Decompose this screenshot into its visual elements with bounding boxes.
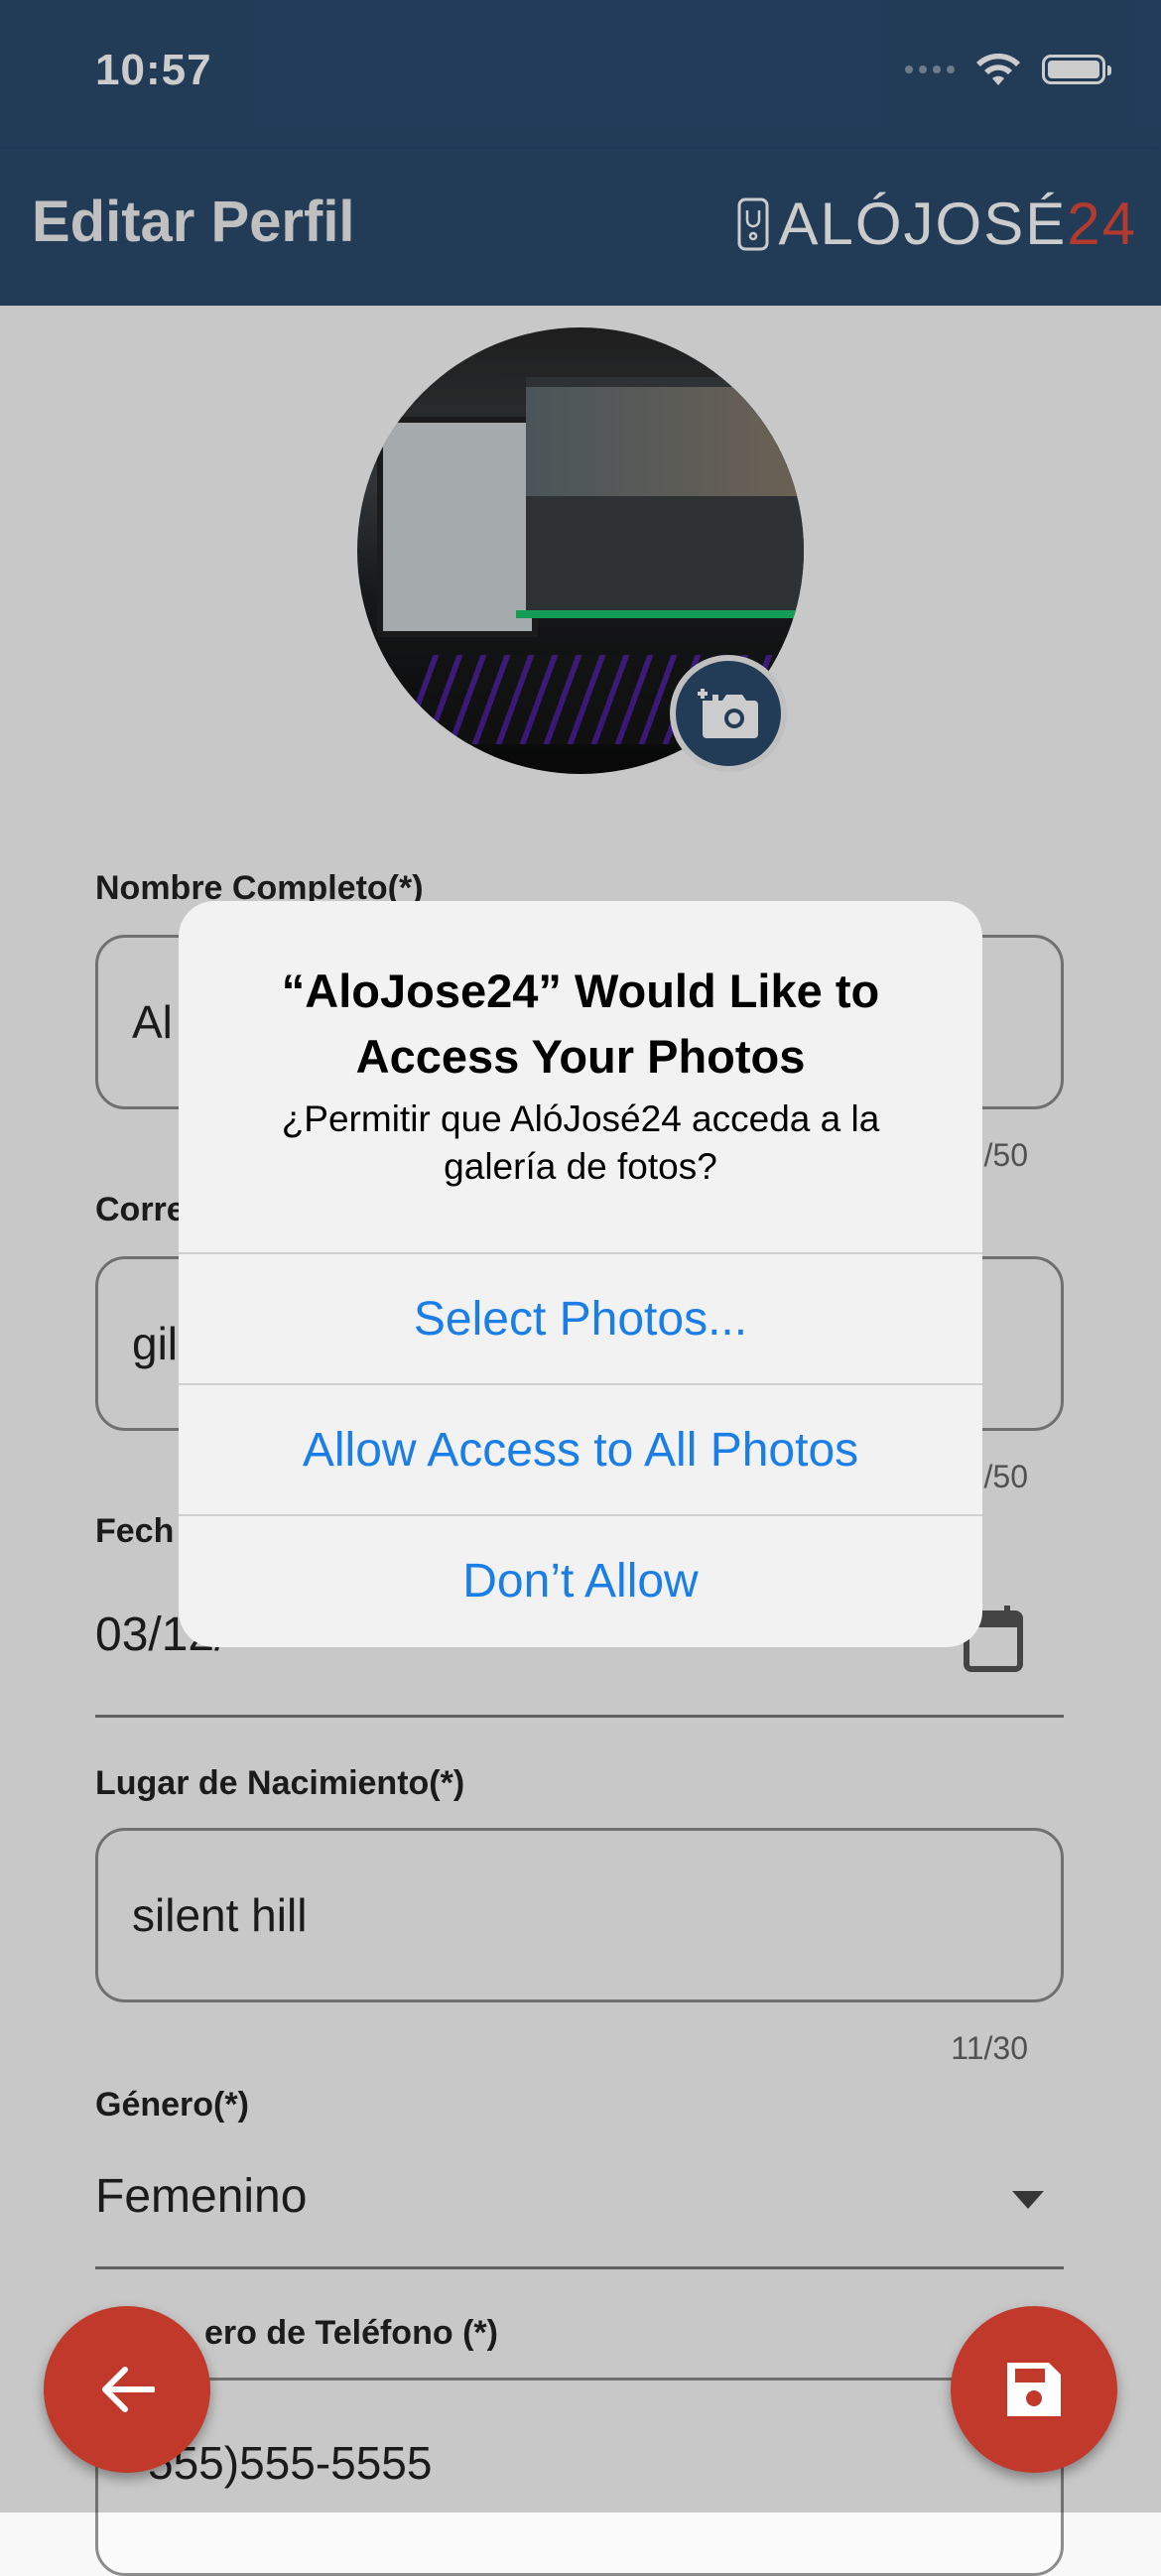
allow-all-photos-button[interactable]: Allow Access to All Photos xyxy=(179,1383,982,1516)
dont-allow-button[interactable]: Don’t Allow xyxy=(179,1514,982,1647)
save-button[interactable] xyxy=(951,2306,1117,2473)
floppy-disk-icon xyxy=(1007,2363,1061,2416)
dialog-title: “AloJose24” Would Like to Access Your Ph… xyxy=(281,965,880,1083)
arrow-left-icon xyxy=(102,2367,155,2412)
select-photos-button[interactable]: Select Photos... xyxy=(179,1252,982,1385)
photo-permission-dialog: “AloJose24” Would Like to Access Your Ph… xyxy=(179,901,982,1647)
dialog-message: ¿Permitir que AlóJosé24 acceda a la gale… xyxy=(281,1098,880,1187)
back-button[interactable] xyxy=(44,2306,210,2473)
